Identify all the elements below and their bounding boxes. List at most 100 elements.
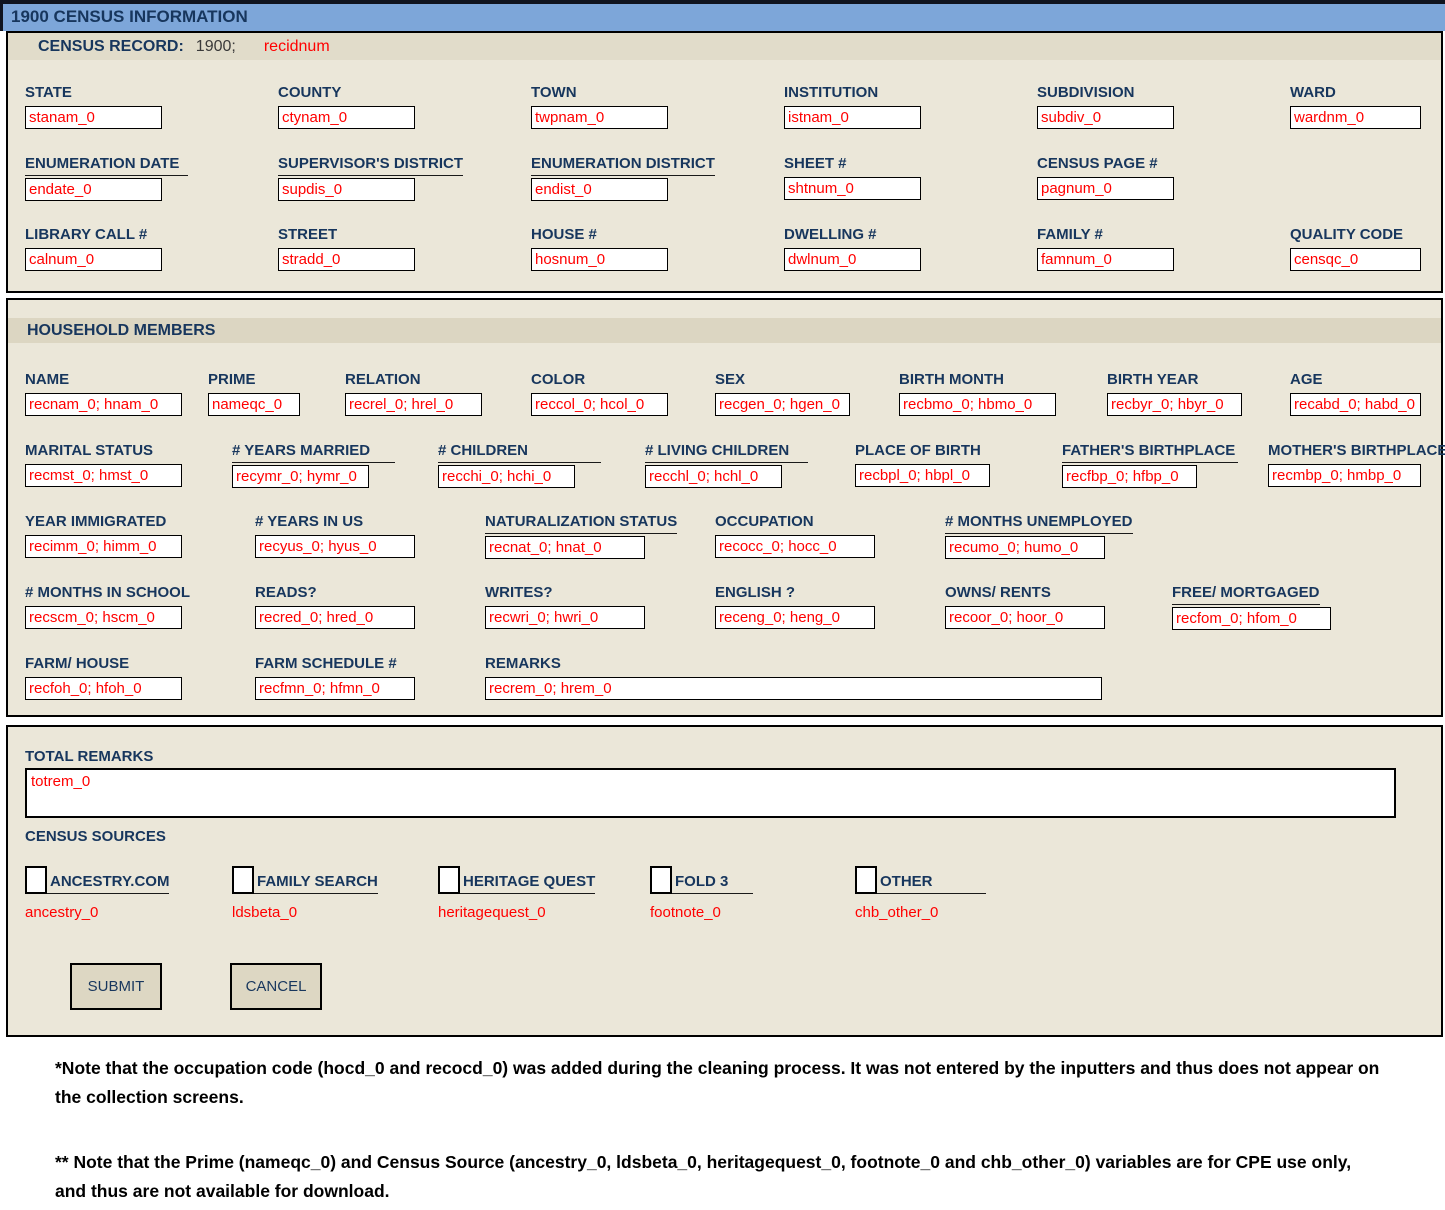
fold3-checkbox[interactable] [650,866,672,894]
naturalization-status-input[interactable]: recnat_0; hnat_0 [485,536,645,559]
institution-input[interactable]: istnam_0 [784,106,921,129]
source-fold3: FOLD 3 footnote_0 [650,866,753,921]
enumeration-date-label: ENUMERATION DATE [25,156,188,176]
family-search-value: ldsbeta_0 [232,904,378,921]
footnotes: *Note that the occupation code (hocd_0 a… [55,1054,1385,1210]
birth-year-input[interactable]: recbyr_0; hbyr_0 [1107,393,1242,416]
state-input[interactable]: stanam_0 [25,106,162,129]
years-married-label: # YEARS MARRIED [232,443,395,463]
quality-code-input[interactable]: censqc_0 [1290,248,1421,271]
cancel-button[interactable]: CANCEL [230,963,322,1010]
field-num-children: # CHILDRENrecchi_0; hchi_0 [438,442,601,488]
num-children-input[interactable]: recchi_0; hchi_0 [438,465,575,488]
field-color: COLORreccol_0; hcol_0 [531,371,668,416]
ancestry-checkbox[interactable] [25,866,47,894]
field-free-mortgaged: FREE/ MORTGAGEDrecfom_0; hfom_0 [1172,584,1331,630]
field-town: TOWNtwpnam_0 [531,84,668,129]
other-label: OTHER [877,873,986,894]
field-months-unemployed: # MONTHS UNEMPLOYEDrecumo_0; humo_0 [945,513,1133,559]
free-mortgaged-input[interactable]: recfom_0; hfom_0 [1172,607,1331,630]
sex-input[interactable]: recgen_0; hgen_0 [715,393,850,416]
county-label: COUNTY [278,85,341,104]
sheet-number-label: SHEET # [784,156,847,175]
street-input[interactable]: stradd_0 [278,248,415,271]
census-page-number-input[interactable]: pagnum_0 [1037,177,1174,200]
months-unemployed-input[interactable]: recumo_0; humo_0 [945,536,1105,559]
place-of-birth-input[interactable]: recbpl_0; hbpl_0 [855,464,990,487]
age-label: AGE [1290,372,1323,391]
relation-input[interactable]: recrel_0; hrel_0 [345,393,482,416]
family-search-label: FAMILY SEARCH [254,873,378,894]
remarks-sources-section: TOTAL REMARKS totrem_0 CENSUS SOURCES AN… [6,725,1443,1037]
field-house-number: HOUSE # hosnum_0 [531,226,668,271]
dwelling-number-label: DWELLING # [784,227,877,246]
census-page-number-label: CENSUS PAGE # [1037,156,1158,175]
heritage-quest-checkbox[interactable] [438,866,460,894]
field-occupation: OCCUPATION recocc_0; hocc_0 [715,513,875,558]
marital-status-label: MARITAL STATUS [25,443,153,462]
census-record-year: 1900; [196,38,236,55]
age-input[interactable]: recabd_0; habd_0 [1290,393,1421,416]
remarks-input[interactable]: recrem_0; hrem_0 [485,677,1102,700]
state-label: STATE [25,85,72,104]
family-search-checkbox[interactable] [232,866,254,894]
mothers-birthplace-label: MOTHER'S BIRTHPLACE [1268,443,1445,462]
town-input[interactable]: twpnam_0 [531,106,668,129]
reads-input[interactable]: recred_0; hred_0 [255,606,415,629]
english-input[interactable]: receng_0; heng_0 [715,606,875,629]
heritage-quest-value: heritagequest_0 [438,904,595,921]
writes-input[interactable]: recwri_0; hwri_0 [485,606,645,629]
occupation-label: OCCUPATION [715,514,814,533]
living-children-input[interactable]: recchl_0; hchl_0 [645,465,782,488]
county-input[interactable]: ctynam_0 [278,106,415,129]
field-living-children: # LIVING CHILDRENrecchl_0; hchl_0 [645,442,808,488]
ward-input[interactable]: wardnm_0 [1290,106,1421,129]
marital-status-input[interactable]: recmst_0; hmst_0 [25,464,182,487]
footnote-occupation-code: *Note that the occupation code (hocd_0 a… [55,1054,1385,1112]
field-fathers-birthplace: FATHER'S BIRTHPLACErecfbp_0; hfbp_0 [1062,442,1238,488]
mothers-birthplace-input[interactable]: recmbp_0; hmbp_0 [1268,464,1421,487]
total-remarks-input[interactable]: totrem_0 [25,768,1396,818]
color-input[interactable]: reccol_0; hcol_0 [531,393,668,416]
submit-button[interactable]: SUBMIT [70,963,162,1010]
enumeration-district-input[interactable]: endist_0 [531,178,668,201]
ancestry-value: ancestry_0 [25,904,169,921]
years-in-us-input[interactable]: recyus_0; hyus_0 [255,535,415,558]
field-prime: PRIME nameqc_0 [208,371,300,416]
name-input[interactable]: recnam_0; hnam_0 [25,393,182,416]
field-writes: WRITES?recwri_0; hwri_0 [485,584,645,629]
fathers-birthplace-input[interactable]: recfbp_0; hfbp_0 [1062,465,1197,488]
field-library-call-number: LIBRARY CALL #calnum_0 [25,226,162,271]
other-checkbox[interactable] [855,866,877,894]
family-number-input[interactable]: famnum_0 [1037,248,1174,271]
farm-house-input[interactable]: recfoh_0; hfoh_0 [25,677,182,700]
prime-label: PRIME [208,372,256,391]
farm-schedule-number-input[interactable]: recfmn_0; hfmn_0 [255,677,415,700]
field-farm-schedule-number: FARM SCHEDULE # recfmn_0; hfmn_0 [255,655,415,700]
census-form-page: 1900 CENSUS INFORMATION CENSUS RECORD:19… [0,0,1445,1210]
subdivision-label: SUBDIVISION [1037,85,1135,104]
fold3-label: FOLD 3 [672,873,753,894]
dwelling-number-input[interactable]: dwlnum_0 [784,248,921,271]
years-in-us-label: # YEARS IN US [255,514,363,533]
census-record-section: CENSUS RECORD:1900;recidnum STATEstanam_… [6,31,1443,293]
source-ancestry: ANCESTRY.COM ancestry_0 [25,866,169,921]
heritage-quest-label: HERITAGE QUEST [460,873,595,894]
library-call-number-input[interactable]: calnum_0 [25,248,162,271]
owns-rents-input[interactable]: recoor_0; hoor_0 [945,606,1105,629]
house-number-label: HOUSE # [531,227,597,246]
enumeration-date-input[interactable]: endate_0 [25,178,162,201]
subdivision-input[interactable]: subdiv_0 [1037,106,1174,129]
years-married-input[interactable]: recymr_0; hymr_0 [232,465,369,488]
supervisors-district-input[interactable]: supdis_0 [278,178,415,201]
birth-year-label: BIRTH YEAR [1107,372,1198,391]
farm-schedule-number-label: FARM SCHEDULE # [255,656,397,675]
house-number-input[interactable]: hosnum_0 [531,248,668,271]
months-in-school-input[interactable]: recscm_0; hscm_0 [25,606,182,629]
year-immigrated-input[interactable]: recimm_0; himm_0 [25,535,182,558]
birth-month-input[interactable]: recbmo_0; hbmo_0 [899,393,1056,416]
occupation-input[interactable]: recocc_0; hocc_0 [715,535,875,558]
sheet-number-input[interactable]: shtnum_0 [784,177,921,200]
source-heritage-quest: HERITAGE QUEST heritagequest_0 [438,866,595,921]
prime-input[interactable]: nameqc_0 [208,393,300,416]
